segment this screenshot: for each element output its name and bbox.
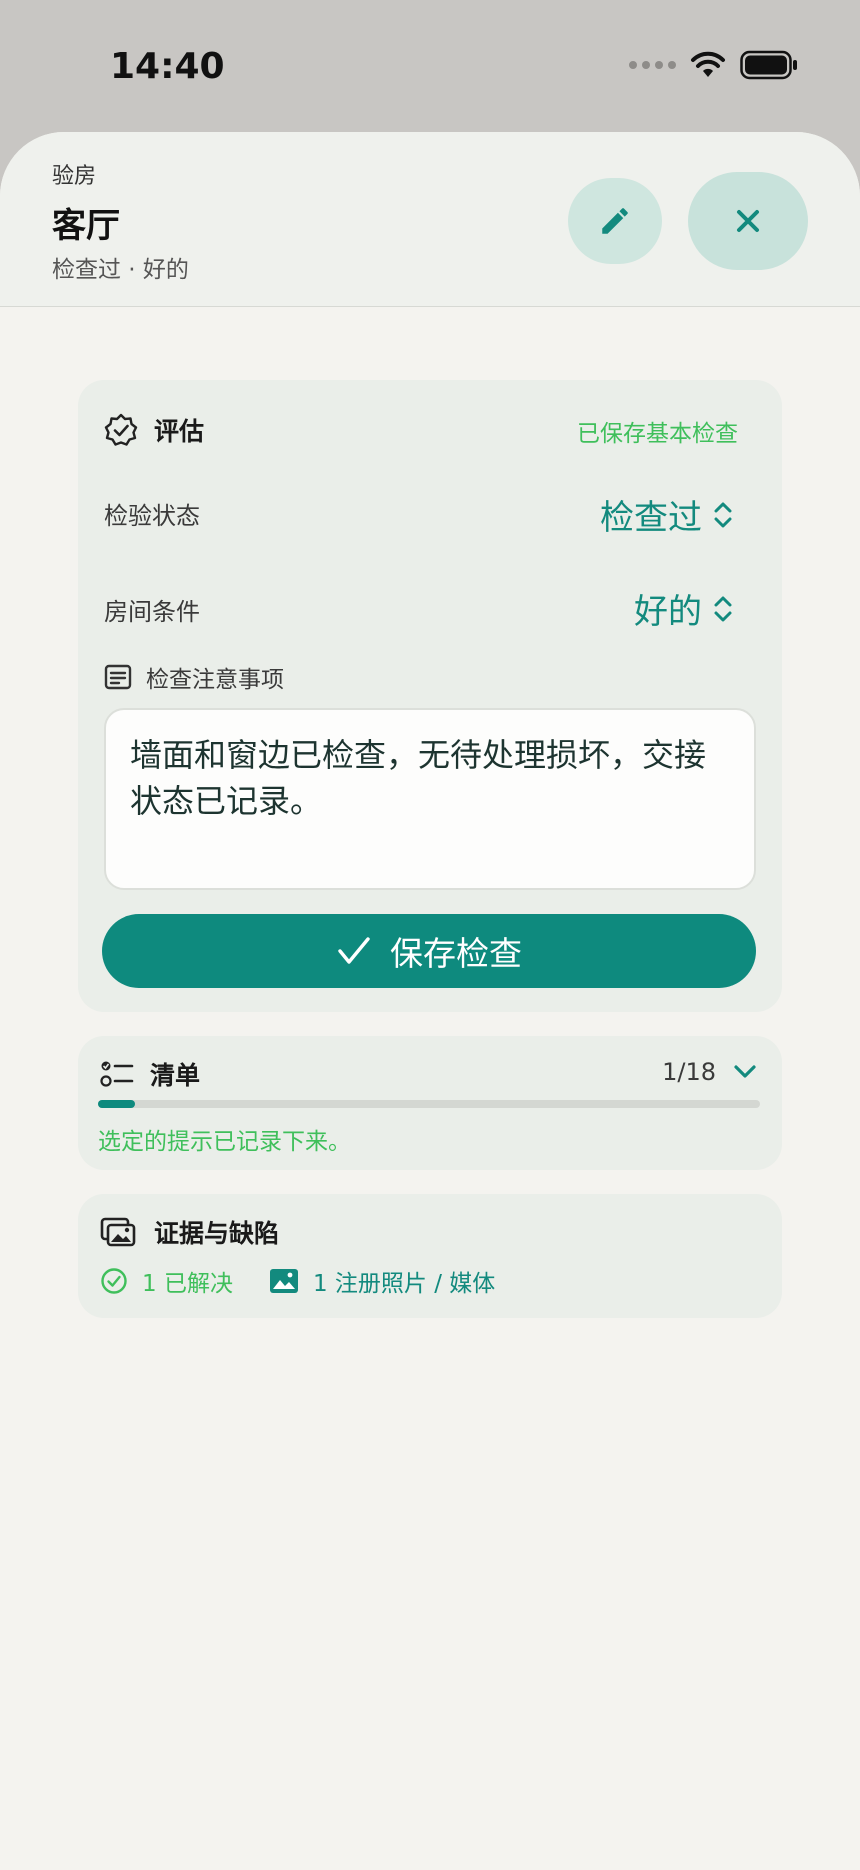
checklist-note: 选定的提示已记录下来。: [98, 1129, 351, 1155]
header-eyebrow: 验房: [52, 164, 97, 189]
check-circle-icon: [101, 1268, 127, 1294]
inspection-status-picker[interactable]: 检查过: [600, 490, 734, 539]
save-inspection-label: 保存检查: [390, 934, 522, 973]
close-button[interactable]: [688, 172, 808, 270]
page-title: 客厅: [52, 206, 120, 246]
checklist-count: 1/18: [662, 1058, 716, 1086]
room-sheet: 验房 客厅 检查过 · 好的 评估 已保存基本检查 检验状态 检查过 房间条件 …: [0, 132, 860, 1870]
resolved-count: 1 已解决: [142, 1271, 233, 1297]
assessment-card: 评估 已保存基本检查 检验状态 检查过 房间条件 好的 检查注意事项 墙面和窗边…: [78, 380, 782, 1012]
close-icon: [737, 210, 759, 232]
signal-dots-icon: [629, 61, 676, 69]
edit-button[interactable]: [568, 178, 662, 264]
photo-stack-icon: [100, 1217, 136, 1247]
assessment-title: 评估: [154, 417, 205, 446]
notes-label-row: 检查注意事项: [104, 660, 284, 694]
chevron-down-icon[interactable]: [730, 1056, 760, 1086]
saved-status-tag: 已保存基本检查: [577, 421, 738, 447]
evidence-title-row: 证据与缺陷: [100, 1214, 279, 1250]
notes-label: 检查注意事项: [146, 667, 284, 693]
battery-icon: [740, 50, 797, 80]
evidence-card[interactable]: 证据与缺陷 1 已解决 1 注册照片 / 媒体: [78, 1194, 782, 1318]
room-condition-label: 房间条件: [104, 598, 200, 626]
inspection-notes-textarea[interactable]: 墙面和窗边已检查，无待处理损坏，交接状态已记录。: [104, 708, 756, 890]
verified-badge-icon: [104, 413, 138, 446]
media-count: 1 注册照片 / 媒体: [312, 1271, 496, 1297]
assessment-title-row: 评估: [104, 412, 204, 448]
room-condition-value: 好的: [634, 592, 702, 632]
pencil-icon: [602, 208, 628, 234]
evidence-title: 证据与缺陷: [154, 1219, 280, 1248]
status-bar: 14:40: [0, 0, 860, 140]
checklist-progress-fill: [98, 1100, 136, 1108]
checkmark-icon: [338, 937, 370, 964]
notes-icon: [104, 664, 132, 690]
evidence-stats: 1 已解决 1 注册照片 / 媒体: [100, 1264, 495, 1298]
header-subtitle: 检查过 · 好的: [52, 257, 189, 283]
chevron-up-down-icon: [714, 596, 732, 621]
checklist-card[interactable]: 清单 1/18 选定的提示已记录下来。: [78, 1036, 782, 1170]
room-condition-picker[interactable]: 好的: [634, 584, 734, 633]
status-time: 14:40: [110, 46, 225, 87]
inspection-status-value: 检查过: [600, 498, 702, 538]
checklist-icon: [100, 1061, 134, 1087]
save-inspection-button[interactable]: 保存检查: [102, 914, 756, 988]
chevron-up-down-icon: [714, 502, 732, 527]
checklist-progress-track: [98, 1100, 760, 1108]
sheet-header: 验房 客厅 检查过 · 好的: [0, 132, 860, 307]
wifi-icon: [691, 51, 725, 77]
checklist-title-row: 清单: [100, 1056, 200, 1092]
status-icons: [629, 50, 798, 80]
image-icon: [269, 1269, 298, 1293]
checklist-title: 清单: [150, 1061, 201, 1090]
inspection-status-label: 检验状态: [104, 502, 200, 530]
